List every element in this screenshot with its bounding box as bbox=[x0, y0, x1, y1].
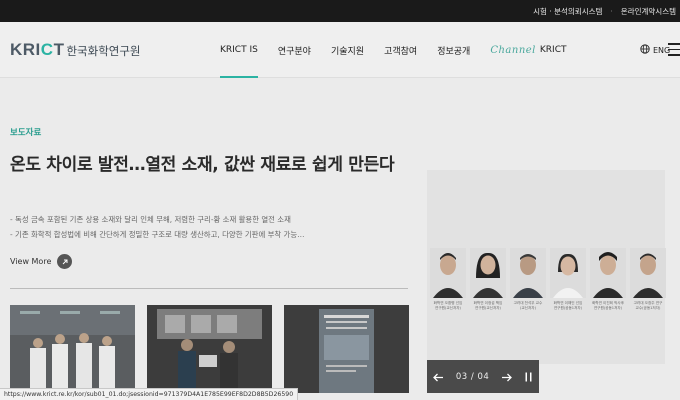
researcher-portrait bbox=[590, 248, 626, 298]
researcher-photos: 화학연 오환병 선임 연구원(교신저자) 화학연 이정섭 책임 연구원(교신저자) … bbox=[429, 248, 667, 311]
category-badge: 보도자료 bbox=[10, 128, 42, 138]
logo-korean: 한국화학연구원 bbox=[66, 44, 141, 58]
thumbnail-award-ceremony[interactable] bbox=[147, 305, 272, 393]
utility-links: 시험 · 분석의뢰시스템 · 온라인계약시스템 bbox=[533, 0, 680, 22]
main-visual: 보도자료 온도 차이로 발전…열전 소재, 값싼 재료로 쉽게 만든다 - 독성… bbox=[0, 78, 680, 400]
nav-item-research[interactable]: 연구분야 bbox=[278, 22, 311, 78]
language-switch[interactable]: ENG bbox=[640, 44, 670, 56]
researcher-card: 고려대 천석우 교수 (교신저자) bbox=[509, 248, 547, 311]
logo-en-pre: KRI bbox=[10, 40, 41, 59]
status-url: https://www.krict.re.kr/kor/sub01_01.do;… bbox=[4, 391, 294, 398]
pause-icon[interactable] bbox=[524, 367, 533, 386]
nav-item-disclosure[interactable]: 정보공개 bbox=[437, 22, 470, 78]
channel-krict-text: KRICT bbox=[539, 45, 567, 55]
site-header: KRICT 한국화학연구원 KRICT IS 연구분야 기술지원 고객참여 정보… bbox=[0, 22, 680, 78]
arrow-left-icon[interactable] bbox=[433, 367, 444, 386]
news-headline[interactable]: 온도 차이로 발전…열전 소재, 값싼 재료로 쉽게 만든다 bbox=[10, 150, 395, 175]
researcher-card: 화학연 이해인 선임 연구원(공동1저자) bbox=[549, 248, 587, 311]
nav-item-customer[interactable]: 고객참여 bbox=[384, 22, 417, 78]
researcher-card: 고려대 오창주 연구 교수(공동1저자) bbox=[629, 248, 667, 311]
browser-status-bar: https://www.krict.re.kr/kor/sub01_01.do;… bbox=[0, 388, 299, 400]
nav-item-channel-krict[interactable]: Channel KRICT bbox=[490, 22, 566, 78]
logo-en-post: T bbox=[53, 40, 65, 59]
researcher-portrait bbox=[470, 248, 506, 298]
researcher-portrait bbox=[430, 248, 466, 298]
divider bbox=[10, 288, 408, 289]
researcher-caption: 화학연 오환병 선임 연구원(교신저자) bbox=[433, 301, 463, 310]
analysis-request-link[interactable]: 시험 · 분석의뢰시스템 bbox=[533, 6, 602, 17]
researcher-portrait bbox=[550, 248, 586, 298]
channel-script-text: Channel bbox=[490, 44, 536, 56]
globe-icon bbox=[640, 44, 650, 56]
view-more-button[interactable]: View More bbox=[10, 254, 73, 269]
news-summary: - 독성 금속 포함된 기존 상용 소재와 달리 인체 무해, 저렴한 구리-황… bbox=[10, 212, 305, 242]
summary-line: - 독성 금속 포함된 기존 상용 소재와 달리 인체 무해, 저렴한 구리-황… bbox=[10, 215, 291, 224]
researcher-card: 화학연 이진희 박사후 연구원(공동1저자) bbox=[589, 248, 627, 311]
researcher-portrait bbox=[630, 248, 666, 298]
online-contract-link[interactable]: 온라인계약시스템 bbox=[621, 6, 676, 17]
researcher-portrait bbox=[510, 248, 546, 298]
slide-counter: 03 / 04 bbox=[455, 371, 490, 382]
researcher-caption: 화학연 이진희 박사후 연구원(공동1저자) bbox=[591, 301, 625, 310]
researcher-caption: 화학연 이해인 선임 연구원(공동1저자) bbox=[553, 301, 583, 310]
arrow-right-icon[interactable] bbox=[501, 367, 513, 386]
logo-english: KRICT bbox=[10, 40, 64, 60]
utility-separator: · bbox=[610, 6, 613, 16]
top-utility-bar: 시험 · 분석의뢰시스템 · 온라인계약시스템 bbox=[0, 0, 680, 22]
slider-controls: 03 / 04 bbox=[427, 360, 539, 393]
thumbnail-lab-researchers[interactable] bbox=[10, 305, 135, 393]
researcher-caption: 고려대 오창주 연구 교수(공동1저자) bbox=[633, 301, 663, 310]
researcher-card: 화학연 오환병 선임 연구원(교신저자) bbox=[429, 248, 467, 311]
view-more-label: View More bbox=[10, 257, 52, 266]
nav-item-tech-support[interactable]: 기술지원 bbox=[331, 22, 364, 78]
nav-item-krict-is[interactable]: KRICT IS bbox=[220, 22, 258, 78]
main-navigation: KRICT IS 연구분야 기술지원 고객참여 정보공개 Channel KRI… bbox=[220, 22, 586, 78]
summary-line: - 기존 화학적 합성법에 비해 간단하게 정밀한 구조로 대량 생산하고, 다… bbox=[10, 230, 305, 239]
researcher-card: 화학연 이정섭 책임 연구원(교신저자) bbox=[469, 248, 507, 311]
researcher-caption: 고려대 천석우 교수 (교신저자) bbox=[513, 301, 543, 310]
arrow-up-right-icon bbox=[57, 254, 73, 269]
researcher-caption: 화학연 이정섭 책임 연구원(교신저자) bbox=[473, 301, 503, 310]
thumbnail-poster[interactable] bbox=[284, 305, 409, 393]
logo-en-accent: C bbox=[40, 40, 54, 59]
thumbnail-list bbox=[10, 305, 409, 393]
krict-logo[interactable]: KRICT 한국화학연구원 bbox=[10, 40, 141, 60]
hamburger-menu-icon[interactable] bbox=[668, 39, 680, 59]
